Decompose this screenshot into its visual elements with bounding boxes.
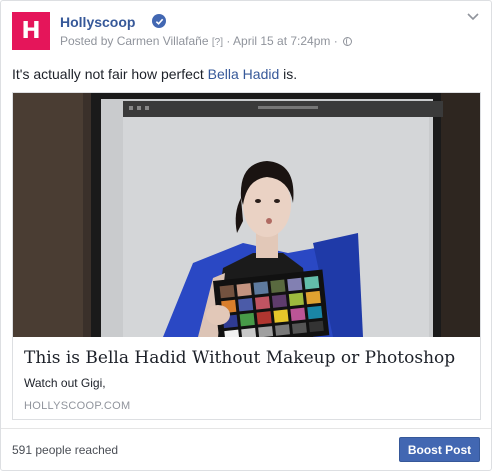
globe-icon[interactable] (343, 37, 353, 46)
preview-image[interactable] (13, 93, 480, 337)
logo-letter: H (21, 17, 41, 44)
chevron-down-icon[interactable] (466, 12, 480, 22)
posted-by: Posted by Carmen Villafañe (60, 34, 209, 48)
post-date-link[interactable]: April 15 at 7:24pm (233, 34, 330, 48)
meta-separator: · (333, 34, 338, 48)
post-meta: Posted by Carmen Villafañe [?] · April 1… (60, 34, 353, 48)
reach-count[interactable]: 591 people reached (12, 443, 118, 457)
meta-separator: · (226, 34, 231, 48)
page-name-link[interactable]: Hollyscoop (60, 14, 135, 30)
post-text-after: is. (279, 66, 298, 82)
boost-post-button[interactable]: Boost Post (399, 437, 480, 462)
post-text: It's actually not fair how perfect Bella… (12, 66, 297, 82)
bella-hadid-link[interactable]: Bella Hadid (208, 66, 280, 82)
preview-title[interactable]: This is Bella Hadid Without Makeup or Ph… (24, 348, 455, 368)
page-avatar[interactable]: H (12, 12, 50, 50)
preview-photo-illustration (13, 93, 480, 337)
footer-divider (1, 428, 491, 429)
link-preview[interactable]: This is Bella Hadid Without Makeup or Ph… (12, 92, 481, 420)
post-header: H Hollyscoop Posted by Carmen Villafañe … (12, 10, 480, 52)
preview-domain: HOLLYSCOOP.COM (24, 400, 131, 412)
verified-badge-icon (152, 14, 166, 28)
post-text-before: It's actually not fair how perfect (12, 66, 208, 82)
help-marker[interactable]: [?] (212, 37, 223, 48)
post-card: H Hollyscoop Posted by Carmen Villafañe … (0, 0, 492, 471)
preview-description: Watch out Gigi, (24, 376, 106, 390)
